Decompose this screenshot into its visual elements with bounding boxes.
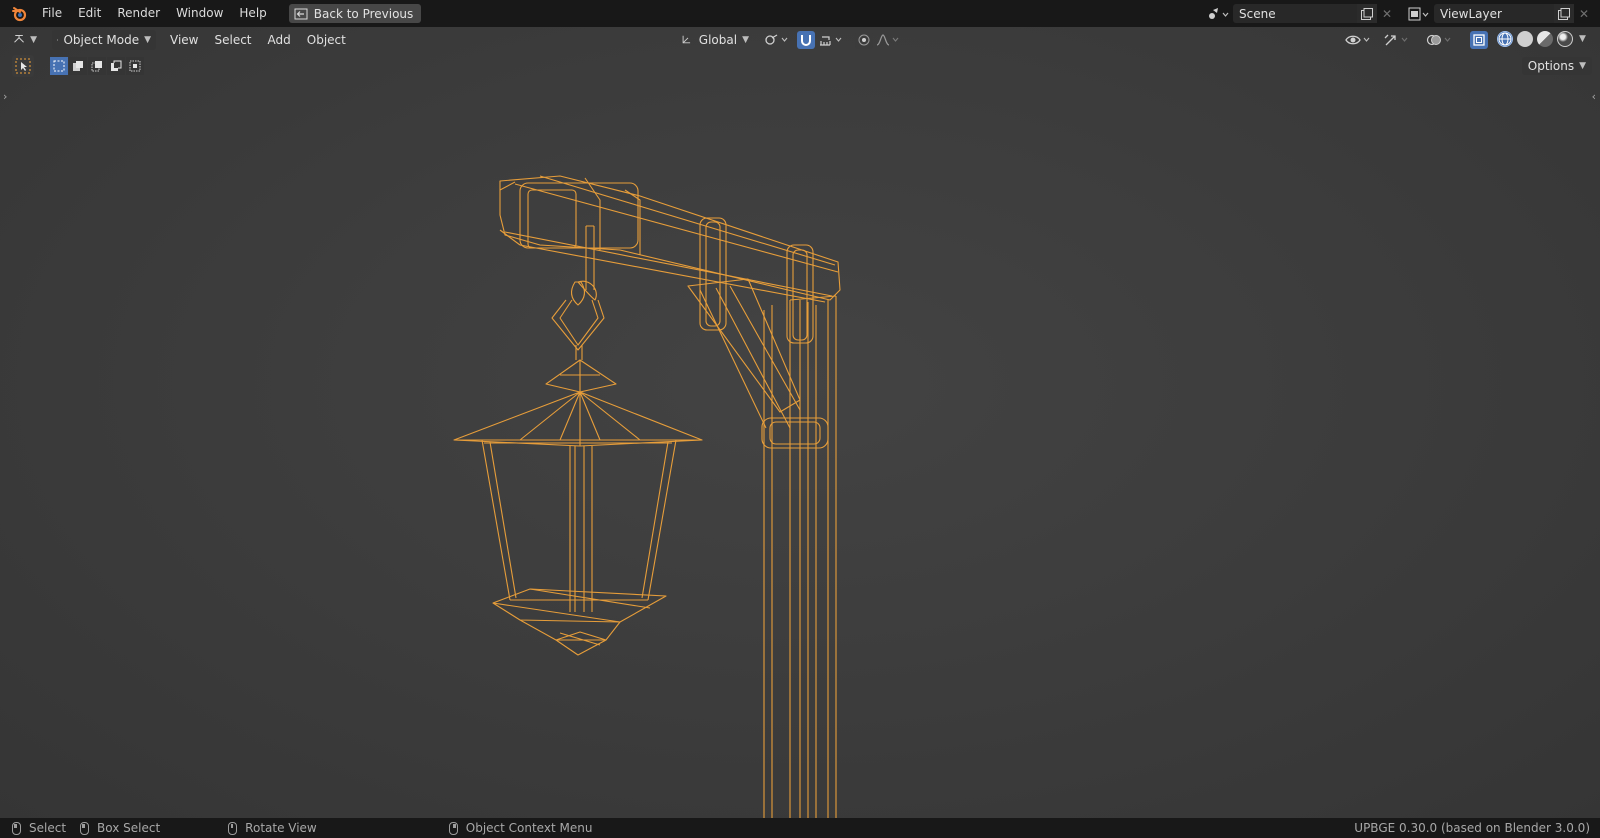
snap-toggle[interactable] bbox=[797, 31, 815, 49]
wireframe-shading-icon[interactable] bbox=[1497, 31, 1513, 47]
chevron-down-icon: ▼ bbox=[30, 35, 37, 45]
close-icon: ✕ bbox=[1578, 6, 1590, 21]
duplicate-icon bbox=[1558, 7, 1570, 20]
status-rotate-view: Rotate View bbox=[228, 821, 317, 835]
mode-label: Object Mode bbox=[63, 33, 140, 47]
xray-toggle[interactable] bbox=[1470, 31, 1488, 49]
scene-icon[interactable] bbox=[1203, 4, 1233, 23]
orientation-label: Global bbox=[698, 33, 738, 47]
visibility-dropdown[interactable] bbox=[1344, 31, 1374, 49]
scene-name-field[interactable]: Scene bbox=[1233, 4, 1357, 23]
status-context-menu-label: Object Context Menu bbox=[465, 821, 593, 835]
select-mode-new-icon[interactable] bbox=[50, 57, 68, 75]
pivot-icon bbox=[765, 34, 788, 45]
version-label: UPBGE 0.30.0 (based on Blender 3.0.0) bbox=[1354, 821, 1590, 835]
rendered-shading-icon[interactable] bbox=[1557, 31, 1573, 47]
menu-add[interactable]: Add bbox=[260, 27, 299, 53]
options-label: Options bbox=[1527, 59, 1575, 73]
view-layer-name-field[interactable]: ViewLayer bbox=[1434, 4, 1554, 23]
overlays-icon bbox=[1426, 34, 1451, 46]
select-mode-subtract-icon[interactable] bbox=[88, 57, 106, 75]
status-context-menu: Object Context Menu bbox=[448, 821, 593, 835]
gizmo-icon bbox=[1384, 34, 1408, 46]
object-mode-icon bbox=[57, 39, 59, 41]
status-box-select-label: Box Select bbox=[97, 821, 161, 835]
viewport-header: ▼ Object Mode ▼ View Select Add Object G… bbox=[0, 27, 1600, 53]
gizmo-dropdown[interactable] bbox=[1382, 31, 1412, 49]
status-select: Select bbox=[12, 821, 66, 835]
menu-file[interactable]: File bbox=[34, 0, 70, 27]
sidebar-expand-arrow-icon[interactable]: ‹ bbox=[1592, 90, 1596, 103]
new-scene-button[interactable] bbox=[1357, 4, 1377, 23]
duplicate-icon bbox=[1361, 7, 1373, 20]
options-dropdown[interactable]: Options ▼ bbox=[1521, 57, 1592, 75]
editor-type-icon bbox=[14, 34, 24, 43]
overlays-dropdown[interactable] bbox=[1425, 31, 1455, 49]
magnet-icon bbox=[801, 35, 811, 46]
status-box-select: Box Select bbox=[80, 821, 160, 835]
scene-selector: Scene ✕ bbox=[1203, 4, 1397, 23]
snap-increment-icon bbox=[820, 36, 842, 46]
chevron-down-icon: ▼ bbox=[742, 35, 749, 45]
chevron-down-icon: ▼ bbox=[1579, 61, 1586, 71]
mouse-right-icon bbox=[448, 821, 458, 835]
3d-viewport[interactable]: ▼ Object Mode ▼ View Select Add Object G… bbox=[0, 27, 1600, 818]
material-shading-icon[interactable] bbox=[1537, 31, 1553, 47]
solid-shading-icon[interactable] bbox=[1517, 31, 1533, 47]
select-mode-extend-icon[interactable] bbox=[69, 57, 87, 75]
proportional-editing-toggle[interactable] bbox=[855, 31, 873, 49]
shading-mode-group: ▼ bbox=[1495, 31, 1586, 47]
menu-select[interactable]: Select bbox=[206, 27, 259, 53]
mouse-drag-icon bbox=[80, 821, 90, 835]
snap-target-dropdown[interactable] bbox=[818, 31, 846, 49]
menu-render[interactable]: Render bbox=[109, 0, 168, 27]
view-layer-icon[interactable] bbox=[1404, 4, 1434, 23]
blender-logo-icon[interactable] bbox=[10, 5, 28, 23]
toolbar-expand-arrow-icon[interactable]: › bbox=[3, 90, 7, 103]
menu-window[interactable]: Window bbox=[168, 0, 231, 27]
select-mode-difference-icon[interactable] bbox=[107, 57, 125, 75]
falloff-dropdown[interactable] bbox=[875, 31, 903, 49]
menu-help[interactable]: Help bbox=[231, 0, 274, 27]
orientation-icon bbox=[682, 35, 691, 44]
status-rotate-view-label: Rotate View bbox=[245, 821, 317, 835]
select-box-tool-icon[interactable] bbox=[12, 55, 34, 77]
mode-dropdown[interactable]: Object Mode ▼ bbox=[52, 30, 156, 50]
transform-orientation-dropdown[interactable]: Global ▼ bbox=[676, 30, 754, 50]
status-bar: Select Box Select Rotate View Object Con… bbox=[0, 818, 1600, 838]
xray-icon bbox=[1473, 34, 1485, 46]
pivot-point-dropdown[interactable] bbox=[763, 31, 791, 49]
chevron-down-icon: ▼ bbox=[144, 35, 151, 45]
menu-view[interactable]: View bbox=[162, 27, 206, 53]
delete-scene-button[interactable]: ✕ bbox=[1377, 4, 1397, 23]
close-icon: ✕ bbox=[1381, 6, 1393, 21]
mouse-middle-icon bbox=[228, 821, 238, 835]
select-mode-intersect-icon[interactable] bbox=[126, 57, 144, 75]
delete-view-layer-button[interactable]: ✕ bbox=[1574, 4, 1594, 23]
top-menu-bar: File Edit Render Window Help Back to Pre… bbox=[0, 0, 1600, 27]
menu-object[interactable]: Object bbox=[299, 27, 354, 53]
back-arrow-icon bbox=[294, 8, 308, 19]
mouse-left-icon bbox=[12, 821, 21, 835]
editor-type-dropdown[interactable]: ▼ bbox=[8, 30, 42, 50]
shading-chevron-down-icon[interactable]: ▼ bbox=[1579, 34, 1586, 44]
lantern-wireframe bbox=[453, 175, 841, 818]
back-to-previous-label: Back to Previous bbox=[313, 6, 414, 21]
falloff-curve-icon bbox=[876, 34, 899, 46]
back-to-previous-button[interactable]: Back to Previous bbox=[288, 4, 422, 23]
menu-edit[interactable]: Edit bbox=[70, 0, 109, 27]
proportional-edit-icon bbox=[858, 34, 870, 46]
eye-icon bbox=[1345, 35, 1370, 45]
view-layer-selector: ViewLayer ✕ bbox=[1404, 4, 1594, 23]
tool-settings-row bbox=[0, 55, 145, 77]
new-view-layer-button[interactable] bbox=[1554, 4, 1574, 23]
status-select-label: Select bbox=[29, 821, 67, 835]
